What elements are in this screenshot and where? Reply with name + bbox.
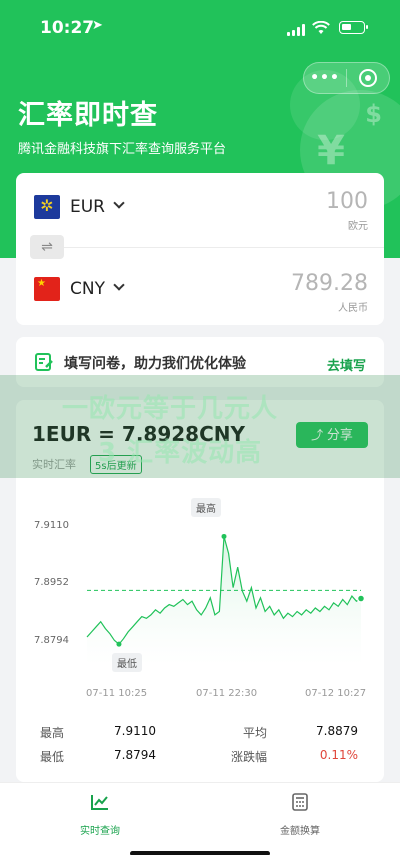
to-currency-unit: 人民币	[338, 303, 368, 314]
chevron-down-icon[interactable]	[113, 279, 125, 291]
series-area	[87, 536, 361, 666]
status-bar: 10:27 ➤	[0, 0, 400, 60]
signal-icon	[287, 24, 305, 36]
tab-realtime[interactable]: 实时查询	[40, 793, 160, 837]
stat-change-label: 涨跌幅	[231, 750, 268, 764]
chart-line-icon	[91, 795, 108, 810]
tab-bar: 实时查询 金额换算	[0, 782, 400, 855]
battery-icon	[339, 21, 368, 34]
stat-change-value: 0.11%	[319, 748, 358, 762]
from-amount-input[interactable]: 100	[326, 189, 368, 214]
chart-low-label: 最低	[112, 653, 142, 672]
stat-avg-label: 平均	[243, 726, 268, 740]
low-point	[116, 641, 122, 647]
swap-currency-button[interactable]: ⇌	[30, 235, 64, 259]
tab-label: 金额换算	[280, 826, 320, 837]
tab-amount-convert[interactable]: 金额换算	[240, 793, 360, 837]
home-indicator	[130, 851, 270, 855]
dollar-icon: $	[365, 100, 382, 128]
overlay-text: 3 汇率波动高	[98, 438, 263, 468]
tab-label: 实时查询	[80, 826, 120, 837]
survey-fill-link[interactable]: 去填写	[327, 355, 366, 374]
overlay-text: 一欧元等于几元人	[62, 394, 279, 424]
stat-avg-value: 7.8879	[316, 724, 358, 738]
edit-form-icon	[35, 353, 53, 371]
to-currency-row[interactable]: CNY 789.28 人民币	[16, 257, 384, 319]
stat-low-label: 最低	[40, 750, 65, 764]
stat-low-value: 7.8794	[114, 748, 156, 762]
chart-high-label: 最高	[191, 498, 221, 517]
x-tick-label: 07-12 10:27	[305, 688, 367, 699]
x-tick-label: 07-11 10:25	[86, 688, 148, 699]
converter-card: EUR 100 欧元 ⇌ CNY 789.28 人民币	[16, 173, 384, 325]
page-subtitle: 腾讯金融科技旗下汇率查询服务平台	[18, 142, 227, 157]
target-icon	[359, 69, 377, 87]
stat-high-label: 最高	[40, 726, 65, 740]
to-amount-value: 789.28	[291, 271, 368, 296]
from-currency-unit: 欧元	[348, 221, 368, 232]
x-tick-label: 07-11 22:30	[196, 688, 258, 699]
page-title: 汇率即时查	[18, 100, 158, 131]
yen-icon: ¥	[317, 128, 345, 174]
rate-stats: 最高 7.9110 平均 7.8879 最低 7.8794 涨跌幅 0.11%	[24, 718, 360, 768]
survey-text: 填写问卷，助力我们优化体验	[64, 356, 246, 372]
from-currency-code[interactable]: EUR	[70, 197, 105, 217]
to-currency-code[interactable]: CNY	[70, 279, 105, 299]
eu-flag-icon	[34, 195, 60, 219]
calculator-icon	[292, 793, 308, 811]
y-tick-label: 7.8952	[34, 577, 69, 588]
stat-high-value: 7.9110	[114, 724, 156, 738]
location-arrow-icon: ➤	[92, 18, 103, 33]
wifi-icon	[312, 21, 330, 34]
close-miniprogram-button[interactable]	[347, 69, 389, 87]
divider	[32, 247, 384, 248]
miniprogram-capsule: •••	[303, 62, 390, 94]
high-point	[221, 533, 227, 539]
more-icon[interactable]: •••	[304, 70, 346, 86]
from-currency-row[interactable]: EUR 100 欧元	[16, 175, 384, 237]
y-tick-label: 7.8794	[34, 635, 69, 646]
cn-flag-icon	[34, 277, 60, 301]
chevron-down-icon[interactable]	[113, 197, 125, 209]
status-time: 10:27	[40, 18, 95, 38]
y-tick-label: 7.9110	[34, 520, 69, 531]
last-point	[356, 594, 366, 603]
